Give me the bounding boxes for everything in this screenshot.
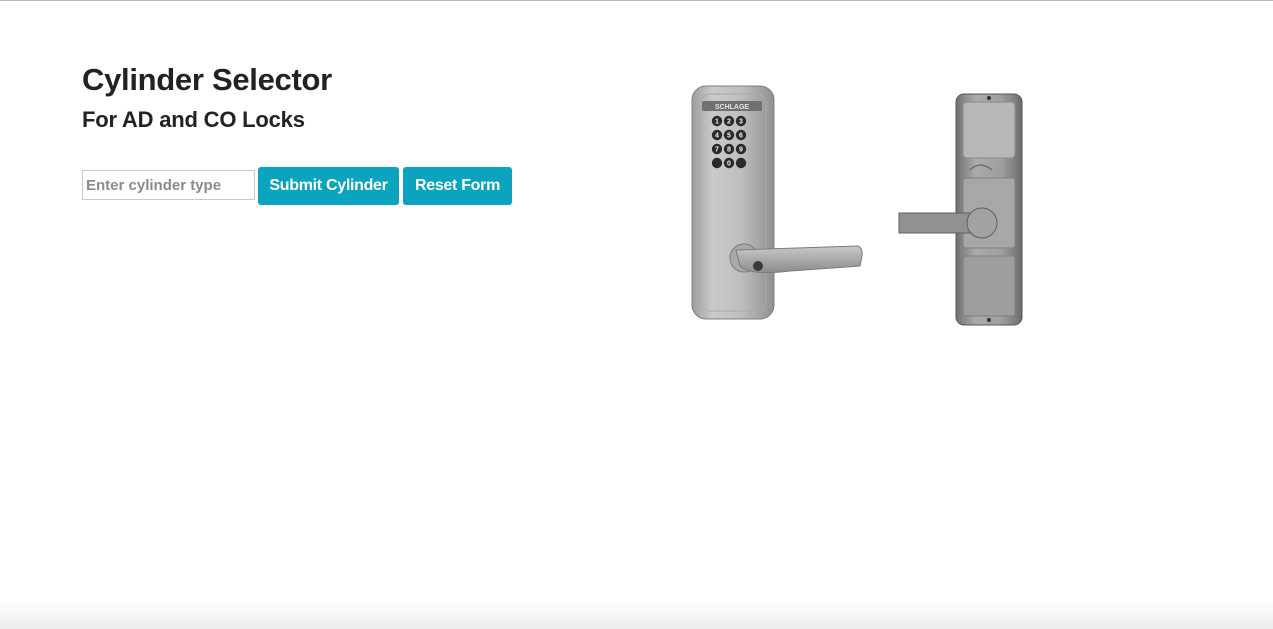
cylinder-type-input[interactable] — [82, 170, 255, 200]
brand-plate-text: SCHLAGE — [715, 104, 750, 111]
page-title: Cylinder Selector — [82, 62, 332, 97]
top-divider — [0, 0, 1273, 1]
keypad-key-label: 4 — [715, 133, 719, 140]
submit-cylinder-button[interactable]: Submit Cylinder — [258, 167, 399, 205]
keypad-key-label: 0 — [727, 161, 731, 168]
reset-form-button[interactable]: Reset Form — [403, 167, 512, 205]
keypad-key-label: 8 — [727, 147, 731, 154]
page-subtitle: For AD and CO Locks — [82, 107, 305, 132]
keypad-key — [735, 157, 747, 169]
keypad-key-label: 6 — [739, 133, 743, 140]
keypad-key-label: 1 — [715, 119, 719, 126]
keypad-key-label: 9 — [739, 147, 743, 154]
keypad-key — [711, 157, 723, 169]
keypad-key-label: 2 — [727, 119, 731, 126]
keypad-key-label: 7 — [715, 147, 719, 154]
bottom-shadow — [0, 600, 1273, 629]
keypad-key-label: 3 — [739, 119, 743, 126]
keypad-key-label: 5 — [727, 133, 731, 140]
lock-product-image: SCHLAGE 1 2 3 4 5 6 7 8 9 0 — [691, 85, 1023, 326]
